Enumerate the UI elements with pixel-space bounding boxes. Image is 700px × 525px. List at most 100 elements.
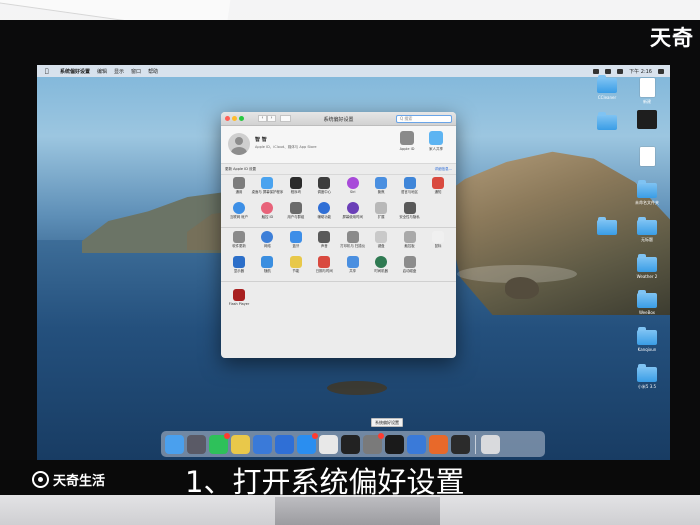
pane-label: Flash Player: [228, 302, 250, 306]
desktop-item-label: 新建: [643, 99, 651, 104]
window-titlebar[interactable]: ‹ › 系统偏好设置 Q 搜索: [221, 112, 456, 126]
account-subtitle: Apple ID、iCloud、媒体与 App Store: [255, 145, 317, 149]
desktop-item[interactable]: [587, 217, 627, 237]
pane-touch-id[interactable]: 触控 ID: [255, 202, 279, 224]
desktop-item[interactable]: Weather 2: [627, 254, 667, 279]
pane-date-time[interactable]: 日期与时间: [312, 256, 336, 278]
apple-menu-icon[interactable]: : [45, 68, 53, 75]
printer-icon: [346, 231, 359, 243]
desktop-item[interactable]: CCleaner: [587, 75, 627, 100]
forward-button[interactable]: ›: [267, 115, 276, 122]
pane-spotlight[interactable]: 聚焦: [369, 177, 393, 199]
status-icon[interactable]: [593, 68, 600, 74]
pane-keyboard[interactable]: 键盘: [369, 231, 393, 253]
family-sharing-pane[interactable]: 家人共享: [424, 131, 448, 152]
activity-monitor-icon[interactable]: [451, 434, 470, 454]
back-button[interactable]: ‹: [258, 115, 267, 122]
pane-internet-accounts[interactable]: 互联网 帐户: [227, 202, 251, 224]
desktop-item-label: Weather 2: [636, 274, 658, 279]
system-preferences-icon[interactable]: [363, 432, 384, 454]
pane-general[interactable]: 通用: [227, 177, 251, 199]
desktop-item[interactable]: [627, 110, 667, 131]
pane-label: 触控板: [404, 244, 415, 248]
pane-accessibility[interactable]: 辅助功能: [312, 202, 336, 224]
pane-sharing[interactable]: 共享: [341, 256, 365, 278]
pane-displays[interactable]: 显示器: [227, 256, 251, 278]
zoom-icon[interactable]: [239, 116, 244, 121]
search-input[interactable]: Q 搜索: [396, 115, 452, 123]
pane-trackpad[interactable]: 触控板: [398, 231, 422, 253]
avatar[interactable]: [228, 133, 250, 155]
menu-edit[interactable]: 编辑: [97, 68, 107, 75]
wechat-icon[interactable]: [209, 432, 230, 454]
desktop-item[interactable]: 小米5 3.5: [627, 364, 667, 390]
terminal-icon[interactable]: [341, 434, 360, 454]
touch-id-icon: [261, 202, 274, 214]
screen-time-icon: [346, 202, 359, 214]
qq-icon[interactable]: [385, 434, 404, 454]
desktop-item-label: 未命名文件夹: [635, 200, 659, 205]
trash-icon[interactable]: [481, 434, 500, 454]
show-all-grid-button[interactable]: [280, 115, 291, 122]
app-store-icon[interactable]: [297, 432, 318, 454]
pane-label: 程序坞: [290, 190, 301, 194]
menu-app-name[interactable]: 系统偏好设置: [60, 68, 90, 75]
firefox-icon[interactable]: [429, 434, 448, 454]
details-link[interactable]: 详细信息...: [435, 167, 452, 172]
minimize-icon[interactable]: [232, 116, 237, 121]
menu-help[interactable]: 帮助: [148, 68, 158, 75]
pane-extensions[interactable]: 扩展: [369, 202, 393, 224]
finder-icon[interactable]: [165, 434, 184, 454]
desktop-item[interactable]: 新建: [627, 78, 667, 105]
desktop-item[interactable]: 未命名文件夹: [627, 180, 667, 206]
download-icon[interactable]: [319, 434, 338, 454]
menu-clock[interactable]: 下午 2:16: [629, 68, 652, 75]
pane-language[interactable]: 语言与地区: [398, 177, 422, 199]
pane-time-machine[interactable]: 时间机器: [369, 256, 393, 278]
close-icon[interactable]: [225, 116, 230, 121]
xcode-icon[interactable]: [253, 434, 272, 454]
pane-screen-time[interactable]: 屏幕使用时间: [341, 202, 365, 224]
pane-users[interactable]: 用户与群组: [284, 202, 308, 224]
pane-mouse[interactable]: 鼠标: [426, 231, 450, 253]
menu-window[interactable]: 窗口: [131, 68, 141, 75]
desktop-item-label: CCleaner: [597, 95, 617, 100]
pane-notifications[interactable]: 通知: [426, 177, 450, 199]
desktop-item[interactable]: WeeBox: [627, 290, 667, 315]
pane-label: 聚焦: [377, 190, 385, 194]
pane-security[interactable]: 安全性与隐私: [398, 202, 422, 224]
pane-bluetooth[interactable]: 蓝牙: [284, 231, 308, 253]
desktop-item[interactable]: [627, 147, 667, 168]
apple-id-pane[interactable]: Apple ID: [395, 131, 419, 151]
pane-desktop[interactable]: 桌面与 屏幕保护程序: [252, 177, 283, 199]
pane-printer[interactable]: 打印机与 扫描仪: [340, 231, 365, 253]
battery-icon[interactable]: [617, 68, 624, 74]
sharing-icon: [346, 256, 359, 268]
pane-label: 日期与时间: [315, 269, 333, 273]
pane-software-update[interactable]: 软件更新: [227, 231, 251, 253]
pane-flash-player[interactable]: Flash Player: [227, 289, 251, 307]
pane-mission-control[interactable]: 调度中心: [312, 177, 336, 199]
siri-icon: [346, 177, 359, 189]
desktop-item[interactable]: 无标题: [627, 217, 667, 243]
pane-energy-saver[interactable]: 节能: [284, 256, 308, 278]
desktop-item[interactable]: [587, 112, 627, 132]
pane-siri[interactable]: Siri: [341, 177, 365, 199]
pane-sound[interactable]: 声音: [312, 231, 336, 253]
pane-label: 网络: [264, 244, 271, 248]
notes-icon[interactable]: [231, 434, 250, 454]
spotlight-menu-icon[interactable]: [658, 68, 664, 74]
pane-sidecar[interactable]: 随航: [255, 256, 279, 278]
pane-dock[interactable]: 程序坞: [284, 177, 308, 199]
menu-view[interactable]: 显示: [114, 68, 124, 75]
pane-startup-disk[interactable]: 启动磁盘: [398, 256, 422, 278]
pane-label: 启动磁盘: [402, 269, 417, 273]
app-icon[interactable]: [275, 434, 294, 454]
folder-icon: [597, 75, 617, 93]
wps-icon[interactable]: [407, 434, 426, 454]
pane-row: 软件更新 网络 蓝牙 声音 打印机与 扫描仪 键盘 触控板 鼠标: [227, 231, 450, 253]
launchpad-icon[interactable]: [187, 434, 206, 454]
desktop-item[interactable]: Kanqixun: [627, 327, 667, 352]
pane-network[interactable]: 网络: [255, 231, 279, 253]
wifi-icon[interactable]: [605, 68, 612, 74]
